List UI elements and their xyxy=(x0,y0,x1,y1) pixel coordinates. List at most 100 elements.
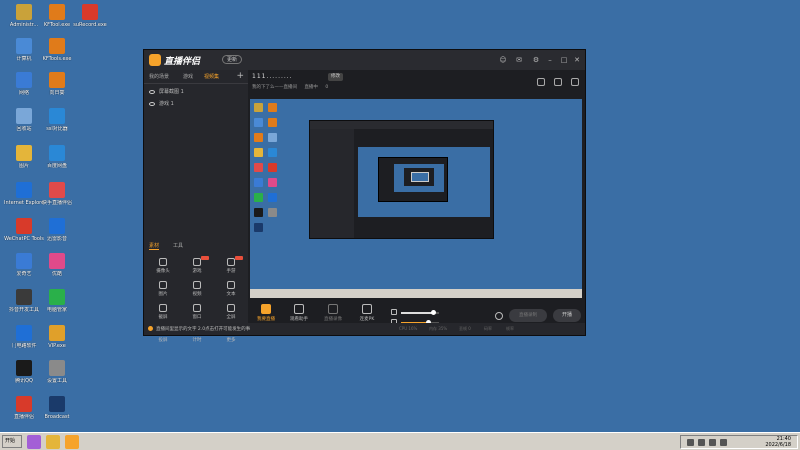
minimize-icon[interactable]: – xyxy=(546,56,554,64)
app-icon xyxy=(49,396,65,412)
feedback-icon[interactable]: ☺ xyxy=(499,56,507,64)
status-footer: 直播间里显示的文字 2.0点击打开可能发生的事 CPU 16% 内存 35% 丢… xyxy=(144,323,585,335)
desktop-icon[interactable]: Broadcast xyxy=(37,396,77,420)
settings-icon[interactable] xyxy=(495,312,503,320)
tool-item[interactable]: 图片 xyxy=(146,281,180,305)
preview-icon xyxy=(254,223,263,232)
tool-icon xyxy=(193,281,201,289)
room-info: 我的下了么——直播间 直播中 0 xyxy=(252,85,329,90)
record-icon xyxy=(328,304,338,314)
taskbar-app-icon[interactable] xyxy=(27,435,41,449)
desktop-icon[interactable]: 迅雷影音 xyxy=(37,218,77,242)
hot-badge xyxy=(235,256,243,260)
live-preview[interactable] xyxy=(250,99,582,298)
tray-app-icon[interactable] xyxy=(720,439,727,446)
app-icon xyxy=(49,182,65,198)
desktop-icon[interactable]: 快手直播伴侣 xyxy=(37,182,77,206)
tool-item[interactable]: 视频 xyxy=(180,281,214,305)
app-title: 直播伴侣 xyxy=(164,57,201,67)
scene-item[interactable]: 屏幕截图 1 xyxy=(149,87,184,97)
desktop-icon-label: 快手直播伴侣 xyxy=(41,200,72,206)
app-titlebar[interactable]: 直播伴侣 更新 ☺ ✉ ⚙ – □ ✕ xyxy=(144,50,585,70)
ime-icon[interactable] xyxy=(709,439,716,446)
footer-notice[interactable]: 直播间里显示的文字 2.0点击打开可能发生的事 xyxy=(156,326,250,332)
taskbar: 开始 21:40 2022/6/18 xyxy=(0,432,800,450)
pk-control[interactable]: 连麦PK xyxy=(354,304,380,322)
tab-my-scenes[interactable]: 我的场景 xyxy=(149,73,169,80)
tool-item[interactable]: 手游 xyxy=(214,256,248,282)
update-badge[interactable]: 更新 xyxy=(222,55,243,64)
preview-icon xyxy=(268,103,277,112)
record-control[interactable]: 直播录像 xyxy=(320,304,346,322)
desktop-icon[interactable]: ssl对比器 xyxy=(37,108,77,132)
app-icon xyxy=(16,289,32,305)
app-icon xyxy=(49,145,65,161)
preview-icon xyxy=(254,133,263,142)
room-edit-button[interactable]: 修改 xyxy=(328,73,343,81)
desktop-icon[interactable]: 向日葵 xyxy=(37,72,77,96)
go-live-control[interactable]: 我要直播 xyxy=(253,304,279,322)
add-scene-icon[interactable]: + xyxy=(236,71,244,81)
preview-icon xyxy=(254,118,263,127)
start-recording-button[interactable]: 直播录制 xyxy=(509,309,547,322)
microphone-volume-slider[interactable] xyxy=(401,310,439,315)
clock[interactable]: 21:40 2022/6/18 xyxy=(765,436,791,448)
tab-games[interactable]: 游戏 xyxy=(183,73,193,80)
desktop-icon-label: VIP.exe xyxy=(48,343,66,349)
preview-icon xyxy=(254,103,263,112)
close-icon[interactable]: ✕ xyxy=(573,56,581,64)
microphone-icon[interactable] xyxy=(391,309,397,315)
message-icon[interactable]: ✉ xyxy=(515,56,523,64)
desktop-icon[interactable]: 设置工具 xyxy=(37,360,77,384)
desktop-icon[interactable]: KFTools.exe xyxy=(37,38,77,62)
hot-badge xyxy=(201,256,209,260)
nested-app-preview xyxy=(309,120,494,239)
app-icon xyxy=(16,38,32,54)
tool-icon xyxy=(227,304,235,312)
taskbar-app-icon[interactable] xyxy=(65,435,79,449)
tab-video-set[interactable]: 视频集 xyxy=(204,73,219,80)
tool-icon xyxy=(193,304,201,312)
preview-icon xyxy=(254,148,263,157)
start-live-button[interactable]: 开播 xyxy=(553,309,581,322)
user-icon xyxy=(294,304,304,314)
tab-tools[interactable]: 工具 xyxy=(173,242,183,249)
app-icon xyxy=(49,325,65,341)
tool-item[interactable]: 文本 xyxy=(214,281,248,305)
app-icon xyxy=(49,4,65,20)
tool-label: 截屏 xyxy=(158,315,168,320)
tab-materials[interactable]: 素材 xyxy=(149,242,160,250)
share-icon[interactable] xyxy=(571,78,579,86)
tool-item[interactable]: 摄像头 xyxy=(146,258,180,282)
tool-label: 手游 xyxy=(226,269,236,274)
scene-item[interactable]: 游戏 1 xyxy=(149,99,174,109)
desktop-icon-label: 迅雷影音 xyxy=(46,236,67,242)
desktop-icon[interactable]: 电脑管家 xyxy=(37,289,77,313)
preview-icon xyxy=(268,163,277,172)
maximize-icon[interactable]: □ xyxy=(560,56,568,64)
desktop-icon-label: Broadcast xyxy=(44,414,70,420)
tool-item[interactable]: 游戏 xyxy=(180,256,214,282)
viewer-assistant-control[interactable]: 观看助手 xyxy=(286,304,312,322)
desktop-icon[interactable]: suRecord.exe xyxy=(70,4,110,28)
taskbar-app-icon[interactable] xyxy=(46,435,60,449)
eye-icon[interactable] xyxy=(149,89,155,94)
preview-icon xyxy=(268,148,277,157)
tool-icon xyxy=(159,281,167,289)
screenshot-icon[interactable] xyxy=(537,78,545,86)
eye-icon[interactable] xyxy=(149,101,155,106)
start-button[interactable]: 开始 xyxy=(2,435,22,448)
settings-icon[interactable]: ⚙ xyxy=(532,56,540,64)
preview-icon xyxy=(254,193,263,202)
tool-label: 摄像头 xyxy=(156,269,170,274)
desktop-icon[interactable]: 百度网盘 xyxy=(37,145,77,169)
desktop-icon-label: ssl对比器 xyxy=(46,126,68,132)
network-icon[interactable] xyxy=(687,439,694,446)
desktop-icon[interactable]: VIP.exe xyxy=(37,325,77,349)
desktop-icon[interactable]: 优酷 xyxy=(37,253,77,277)
app-icon xyxy=(16,218,32,234)
app-logo-icon xyxy=(149,54,161,66)
volume-icon[interactable] xyxy=(698,439,705,446)
desktop-icon-label: 电脑管家 xyxy=(46,307,67,313)
bell-icon[interactable] xyxy=(554,78,562,86)
